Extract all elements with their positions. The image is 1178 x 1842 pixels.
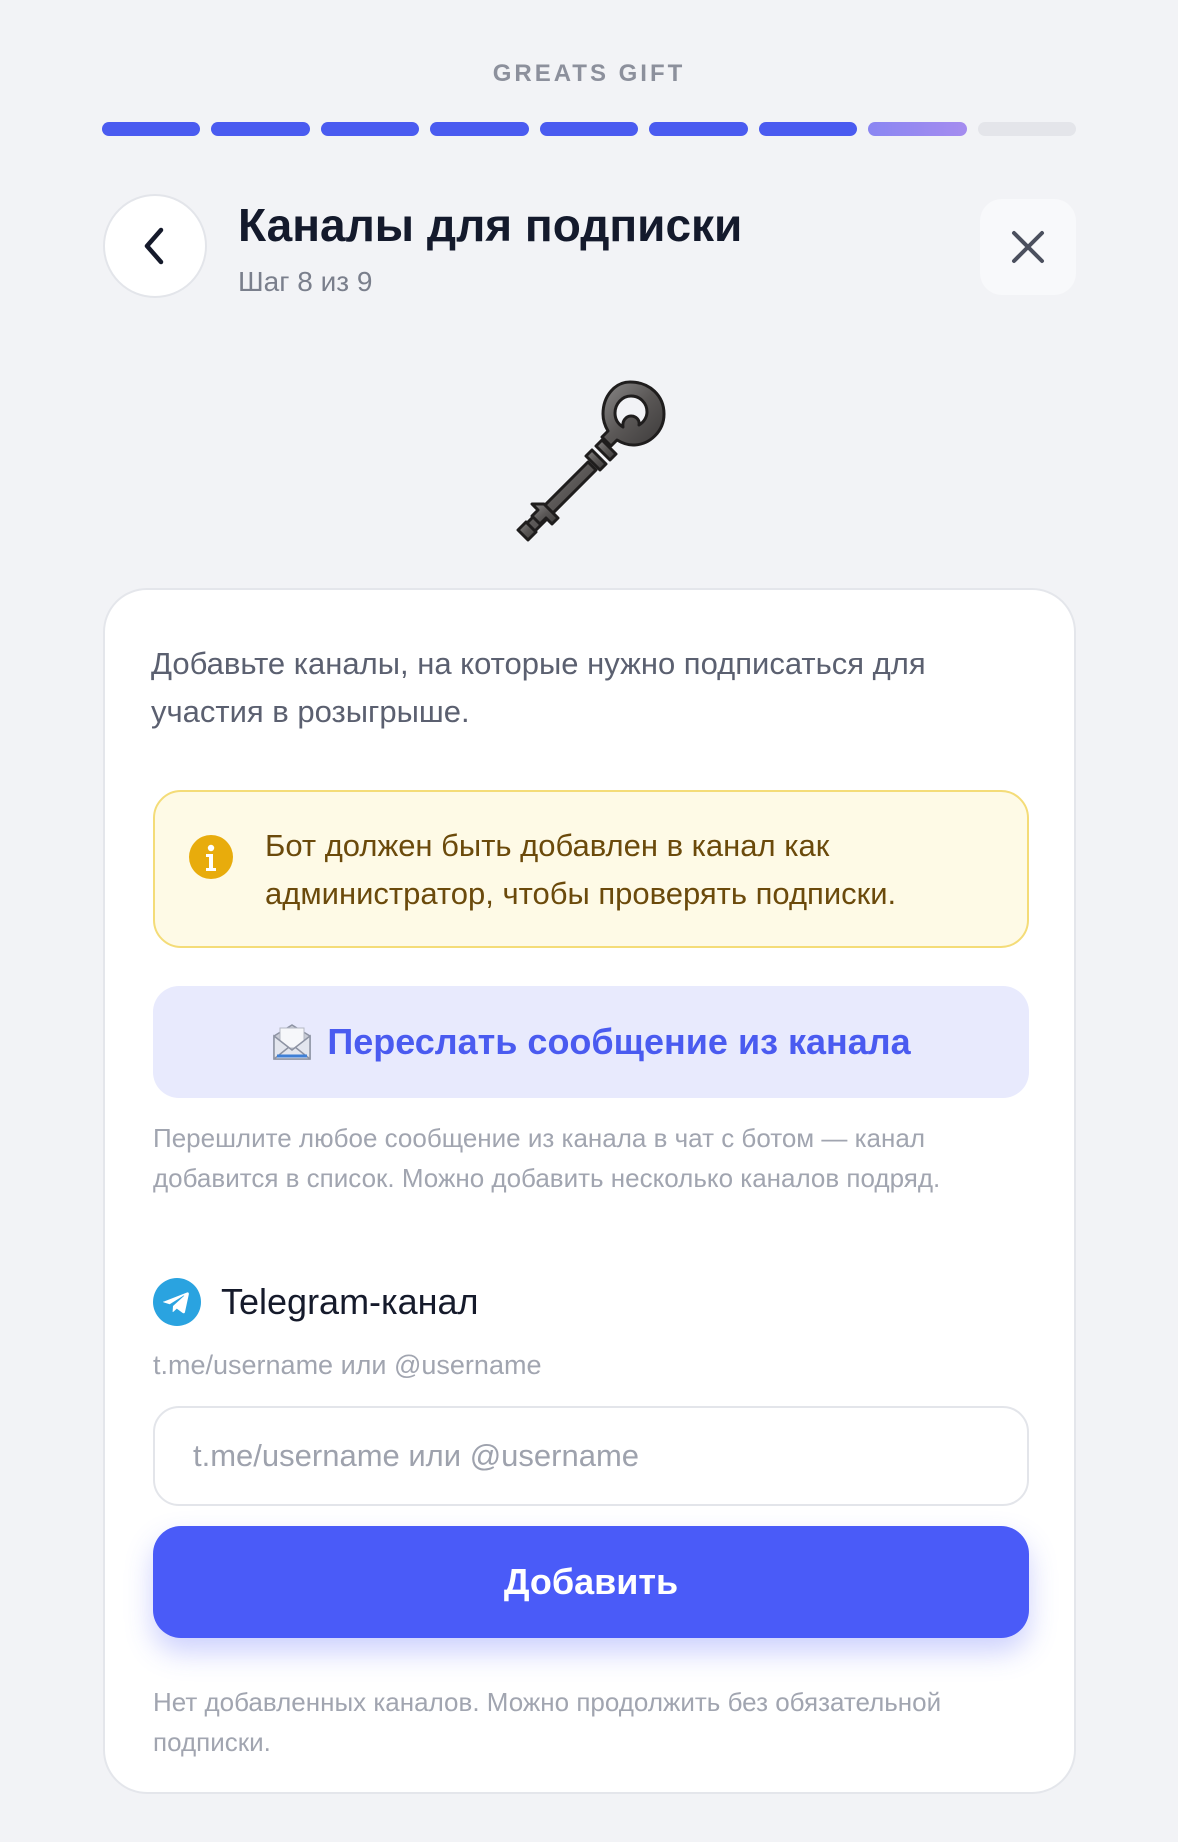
- envelope-icon: [273, 1024, 312, 1060]
- key-icon: [516, 380, 666, 542]
- close-button[interactable]: [980, 199, 1076, 295]
- channels-card: Добавьте каналы, на которые нужно подпис…: [103, 588, 1076, 1794]
- chevron-left-icon: [144, 227, 164, 265]
- channel-field-caption: t.me/username или @username: [153, 1350, 542, 1380]
- step-indicator: Шаг 8 из 9: [238, 266, 373, 297]
- intro-text: Добавьте каналы, на которые нужно подпис…: [151, 646, 926, 729]
- page-title: Каналы для подписки: [238, 199, 743, 251]
- telegram-channel-header: Telegram-канал: [153, 1278, 479, 1326]
- forward-button-label: Переслать сообщение из канала: [327, 1021, 911, 1062]
- close-icon: [1012, 231, 1044, 263]
- progress-segment: [102, 122, 201, 136]
- progress-segment: [539, 122, 639, 136]
- progress-segment-pending: [977, 122, 1076, 136]
- info-glyph: [206, 844, 216, 871]
- empty-channels-note: Нет добавленных каналов. Можно продолжит…: [153, 1687, 942, 1757]
- forward-hint-text: Перешлите любое сообщение из канала в ча…: [153, 1123, 941, 1193]
- progress-segment-current: [868, 122, 967, 136]
- add-channel-button[interactable]: Добавить: [153, 1526, 1029, 1638]
- back-button[interactable]: [103, 194, 207, 298]
- brand-title: GREATS GIFT: [492, 60, 686, 87]
- step-progress-bar: [102, 122, 1076, 136]
- telegram-channel-label: Telegram-канал: [221, 1281, 479, 1322]
- progress-segment: [320, 122, 420, 136]
- progress-segment: [430, 122, 529, 136]
- app-screen: GREATS GIFT Каналы для подписки Шаг 8 из…: [0, 0, 1178, 1842]
- progress-segment: [649, 122, 748, 136]
- warning-alert: Бот должен быть добавлен в канал как адм…: [153, 790, 1029, 948]
- telegram-icon: [153, 1278, 201, 1326]
- forward-message-button[interactable]: Переслать сообщение из канала: [153, 986, 1029, 1098]
- progress-segment: [211, 122, 310, 136]
- channel-username-input[interactable]: [153, 1406, 1029, 1506]
- progress-segment: [758, 122, 858, 136]
- info-icon: [189, 835, 233, 879]
- alert-text: Бот должен быть добавлен в канал как адм…: [265, 828, 897, 911]
